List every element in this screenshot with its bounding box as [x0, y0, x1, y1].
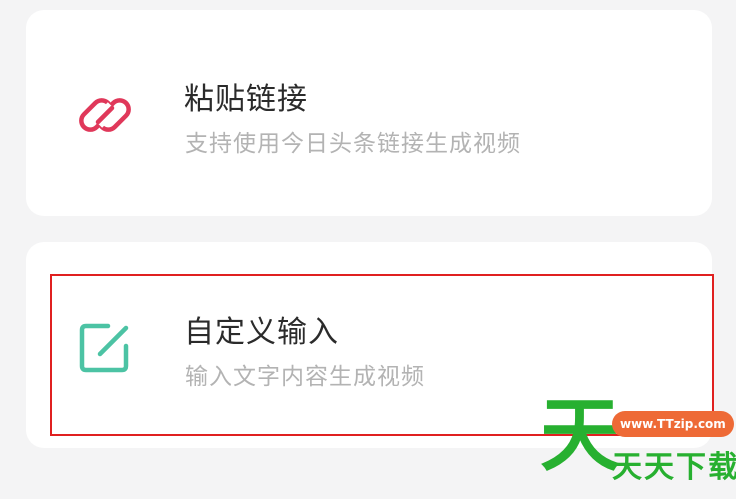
paste-link-subtitle: 支持使用今日头条链接生成视频 [185, 131, 521, 157]
watermark-url: www.TTzip.com [612, 411, 734, 437]
watermark-logo: 天 [540, 389, 620, 482]
paste-link-title: 粘贴链接 [184, 82, 308, 117]
custom-input-title: 自定义输入 [184, 315, 339, 350]
edit-icon [79, 323, 129, 373]
link-icon [79, 98, 131, 132]
custom-input-subtitle: 输入文字内容生成视频 [185, 364, 425, 390]
watermark-text: 天天下载 [612, 450, 736, 485]
